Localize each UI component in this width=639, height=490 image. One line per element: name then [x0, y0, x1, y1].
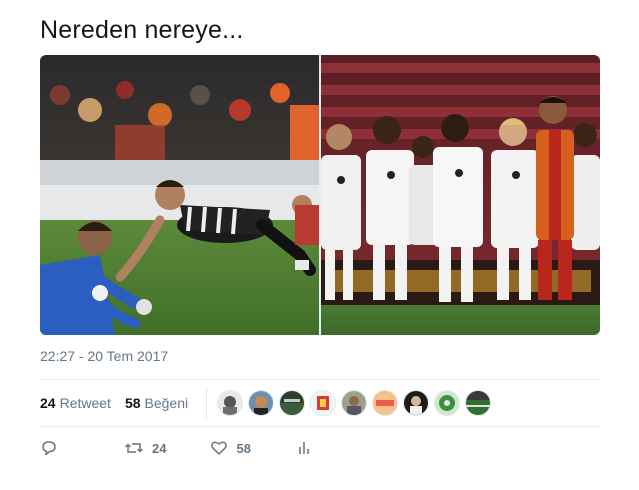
divider-bottom	[40, 426, 600, 427]
heart-icon	[210, 439, 228, 457]
like-stat-label: Beğeni	[144, 395, 189, 411]
tweet-text: Nereden nereye...	[40, 16, 244, 44]
analytics-icon	[295, 439, 313, 457]
like-button[interactable]: 58	[210, 439, 251, 457]
tweet-actions: 24 58	[40, 436, 313, 460]
like-stat-count: 58	[124, 395, 141, 411]
reply-icon	[40, 439, 58, 457]
retweet-stat-label: Retweet	[59, 395, 111, 411]
retweet-icon	[124, 439, 144, 457]
liker-avatar-1[interactable]	[217, 390, 244, 416]
tweet-timestamp[interactable]: 22:27 - 20 Tem 2017	[40, 348, 168, 364]
like-stat[interactable]: 58 Beğeni	[125, 395, 188, 411]
like-action-count: 58	[236, 440, 251, 456]
retweet-action-count: 24	[152, 440, 167, 456]
stats-separator	[206, 387, 208, 419]
liker-avatar-6[interactable]	[372, 390, 399, 416]
liker-avatar-2[interactable]	[248, 390, 275, 416]
football-dive-photo[interactable]	[40, 55, 319, 335]
reply-button[interactable]	[40, 439, 58, 457]
media-grid[interactable]	[40, 55, 600, 335]
retweet-stat-count: 24	[40, 395, 56, 411]
liker-avatar-4[interactable]	[310, 390, 337, 416]
liker-avatar-9[interactable]	[465, 390, 492, 416]
liker-avatar-3[interactable]	[279, 390, 306, 416]
retweet-button[interactable]: 24	[124, 439, 166, 457]
retweet-stat[interactable]: 24 Retweet	[40, 395, 111, 411]
analytics-button[interactable]	[295, 439, 313, 457]
liker-avatars	[217, 390, 492, 416]
team-celebration-photo[interactable]	[321, 55, 600, 335]
engagement-stats: 24 Retweet 58 Beğeni	[40, 380, 600, 426]
liker-avatar-8[interactable]	[434, 390, 461, 416]
liker-avatar-5[interactable]	[341, 390, 368, 416]
liker-avatar-7[interactable]	[403, 390, 430, 416]
